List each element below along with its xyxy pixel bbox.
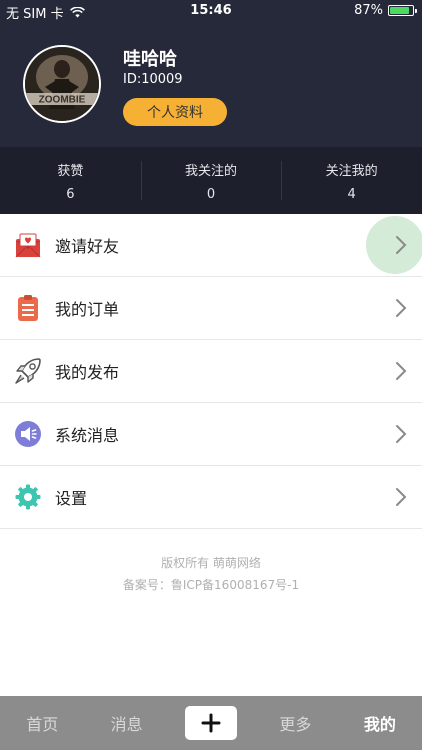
avatar[interactable]: ZOOMBIE [23,45,101,123]
profile-info-button[interactable]: 个人资料 [123,98,227,126]
tab-bar: 首页 消息 更多 我的 [0,696,422,750]
profile-header: ZOOMBIE 哇哈哈 ID:10009 个人资料 [0,22,422,147]
copyright-text: 版权所有 萌萌网络 [161,556,261,570]
menu-label: 我的发布 [55,363,120,382]
battery-icon [388,5,417,16]
menu-item-settings[interactable]: 设置 [0,466,422,529]
tab-home[interactable]: 首页 [0,711,84,735]
icp-text: 备案号：鲁ICP备16008167号-1 [122,578,300,592]
stat-label: 我关注的 [185,163,238,179]
avatar-image: ZOOMBIE [25,47,99,121]
menu-label: 我的订单 [55,300,120,319]
avatar-text: ZOOMBIE [39,95,86,106]
footer: 版权所有 萌萌网络 备案号：鲁ICP备16008167号-1 [0,552,422,596]
chevron-right-icon [396,362,407,380]
rocket-icon [13,356,43,386]
chevron-right-icon [396,236,407,254]
menu-item-invite-friends[interactable]: 邀请好友 [0,214,422,277]
chevron-right-icon [396,488,407,506]
tab-more[interactable]: 更多 [253,711,337,735]
add-post-button[interactable] [185,706,238,740]
stat-value: 0 [206,186,216,202]
invite-envelope-icon [13,230,43,260]
username: 哇哈哈 [123,49,177,70]
menu-item-my-orders[interactable]: 我的订单 [0,277,422,340]
menu-label: 系统消息 [55,426,120,445]
menu-item-system-messages[interactable]: 系统消息 [0,403,422,466]
gear-icon [13,482,43,512]
stat-value: 4 [347,186,356,202]
stat-following[interactable]: 我关注的 0 [140,147,282,214]
stat-likes[interactable]: 获赞 6 [0,147,141,214]
menu-label: 邀请好友 [55,237,120,256]
stat-label: 关注我的 [325,163,378,179]
status-right: 87% [354,3,417,18]
menu-label: 设置 [55,489,88,508]
plus-icon [201,713,221,733]
stats-bar: 获赞 6 我关注的 0 关注我的 4 [0,147,422,214]
stat-label: 获赞 [57,163,84,179]
chevron-right-icon [396,299,407,317]
chevron-right-icon [396,425,407,443]
menu-list: 邀请好友 我的订单 我的发布 系统消息 设置 [0,214,422,529]
status-bar: 无 SIM 卡 15:46 87% [0,0,422,22]
speaker-icon [13,419,43,449]
tab-add-wrap [169,706,253,740]
stat-value: 6 [66,186,75,202]
battery-percent: 87% [354,3,383,18]
user-id: ID:10009 [123,72,183,87]
menu-item-my-posts[interactable]: 我的发布 [0,340,422,403]
battery-fill [390,7,410,14]
clipboard-order-icon [13,293,43,323]
tab-mine[interactable]: 我的 [338,711,422,735]
tab-messages[interactable]: 消息 [84,711,168,735]
stat-followers[interactable]: 关注我的 4 [281,147,422,214]
